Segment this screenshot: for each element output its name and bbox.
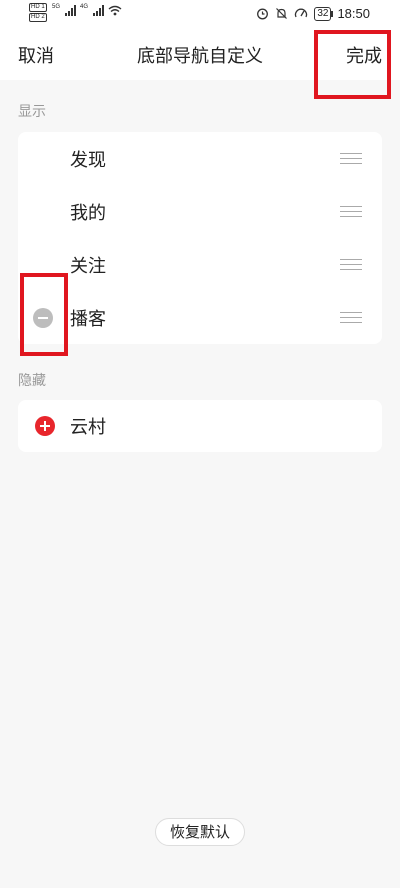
hidden-items-card: 云村	[18, 400, 382, 452]
wifi-icon	[108, 5, 122, 16]
sim2-tag: HD 2	[29, 13, 47, 22]
list-item[interactable]: 云村	[18, 400, 382, 452]
list-item-label: 云村	[70, 417, 106, 438]
status-left: HD 1 HD 2 5G 4G	[29, 3, 122, 22]
shown-items-card: 发现 我的 关注 播客	[18, 132, 382, 344]
status-time: 18:50	[337, 6, 370, 21]
list-item-label: 关注	[70, 255, 106, 277]
list-item[interactable]: 发现	[18, 132, 382, 185]
reset-default-button[interactable]: 恢复默认	[155, 818, 245, 846]
battery-icon: 32	[314, 6, 334, 21]
signal-icon	[93, 4, 105, 16]
shown-section-label: 显示	[18, 104, 46, 120]
status-bar: HD 1 HD 2 5G 4G 32 18:50	[0, 0, 400, 28]
list-item[interactable]: 我的	[18, 185, 382, 238]
drag-handle-icon[interactable]	[340, 258, 362, 271]
sim1-tag: HD 1	[29, 3, 47, 12]
net2-label: 4G	[80, 4, 89, 10]
drag-handle-icon[interactable]	[340, 205, 362, 218]
add-item-icon[interactable]	[35, 416, 55, 436]
list-item-label: 播客	[70, 308, 106, 330]
status-right: 32 18:50	[256, 6, 370, 21]
hidden-section-label: 隐藏	[18, 373, 46, 389]
list-item[interactable]: 关注	[18, 238, 382, 291]
drag-handle-icon[interactable]	[340, 311, 362, 324]
done-highlight-box	[314, 30, 391, 99]
speed-gauge-icon	[295, 8, 308, 18]
list-item-label: 我的	[70, 202, 106, 224]
list-item-label: 发现	[70, 149, 106, 171]
remove-highlight-box	[20, 273, 68, 356]
drag-handle-icon[interactable]	[340, 152, 362, 165]
alarm-icon	[257, 8, 269, 20]
net1-label: 5G	[52, 4, 61, 10]
list-item[interactable]: 播客	[18, 291, 382, 344]
signal-icon	[65, 4, 77, 16]
mute-bell-icon	[276, 8, 288, 19]
sim-tags: HD 1 HD 2	[29, 3, 47, 22]
